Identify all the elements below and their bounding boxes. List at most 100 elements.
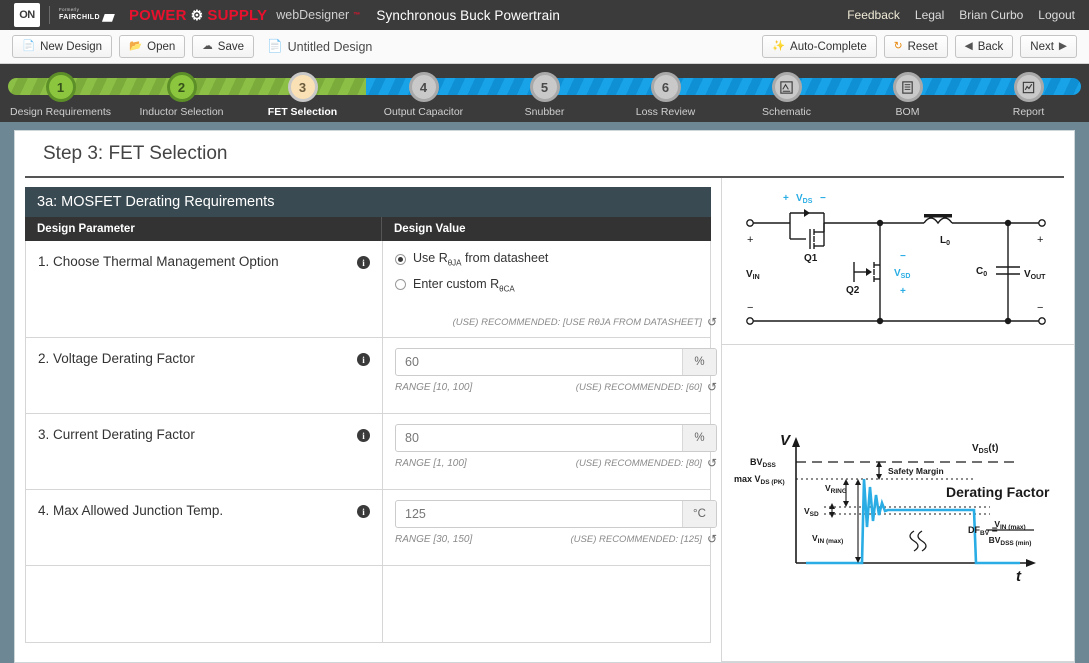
info-icon-current-derating[interactable]: i: [357, 429, 370, 442]
unit-label-celsius: °C: [682, 501, 716, 527]
schematic-label-vds: VDS: [796, 193, 813, 205]
range-hint-current-derating: RANGE [1, 100]: [395, 457, 467, 469]
folder-open-icon: 📂: [129, 40, 143, 53]
table-row-partial: [26, 566, 710, 642]
step-list: 1 Design Requirements 2 Inductor Selecti…: [0, 64, 1089, 122]
param-label-max-junction-temp: 4. Max Allowed Junction Temp.: [38, 503, 224, 518]
magic-wand-icon: ✨: [771, 40, 786, 53]
refresh-icon: ↻: [893, 40, 903, 53]
schematic-sign-vin-plus: +: [747, 234, 753, 246]
param-label-cell-4: 4. Max Allowed Junction Temp. i: [26, 490, 382, 565]
file-name-label: Untitled Design: [287, 39, 373, 54]
step-item-loss-review[interactable]: 6 Loss Review: [605, 64, 726, 122]
range-hint-max-junction-temp: RANGE [30, 150]: [395, 533, 473, 545]
fairchild-slash-icon: [101, 13, 115, 22]
next-label: Next: [1030, 40, 1054, 53]
param-value-cell-1: Use RθJA from datasheet Enter custom RθC…: [382, 241, 731, 337]
auto-complete-button[interactable]: ✨ Auto-Complete: [761, 35, 877, 58]
current-file-name: 📄 Untitled Design: [267, 39, 372, 54]
file-toolbar: 📄 New Design 📂 Open ☁ Save 📄 Untitled De…: [0, 30, 1089, 64]
new-design-button[interactable]: 📄 New Design: [12, 35, 113, 58]
radio-label-custom-rthetaca: Enter custom RθCA: [413, 276, 515, 294]
step-circle-3: 3: [287, 72, 318, 102]
recommended-row-1: (USE) RECOMMENDED: [USE RθJA FROM DATASH…: [395, 315, 717, 329]
on-semiconductor-logo: ON: [14, 3, 40, 27]
input-group-voltage-derating: %: [395, 348, 717, 376]
meta-row-3: RANGE [1, 100] (USE) RECOMMENDED: [80] ↺: [395, 456, 717, 470]
save-button[interactable]: ☁ Save: [192, 35, 255, 58]
radio-label-use-rthetaja: Use RθJA from datasheet: [413, 251, 549, 268]
param-label-cell-3: 3. Current Derating Factor i: [26, 414, 382, 489]
radio-button-use-rthetaja[interactable]: [395, 253, 406, 265]
voltage-derating-input[interactable]: [396, 349, 682, 375]
top-header-bar: ON Formerly FAIRCHILD POWER ⚙ SUPPLY web…: [0, 0, 1089, 30]
schematic-sign-vds-plus: +: [783, 193, 789, 204]
reset-button[interactable]: ↻ Reset: [883, 35, 948, 58]
meta-row-2: RANGE [10, 100] (USE) RECOMMENDED: [60] …: [395, 380, 717, 394]
step-item-inductor-selection[interactable]: 2 Inductor Selection: [121, 64, 242, 122]
step-item-output-capacitor[interactable]: 4 Output Capacitor: [363, 64, 484, 122]
schematic-label-q2: Q2: [846, 285, 860, 296]
schematic-label-c0: C0: [976, 266, 987, 278]
buck-converter-schematic-svg: Q1 Q2 L0 C0 VIN VOUT + − + − + VDS − − V…: [746, 193, 1046, 325]
step-item-schematic[interactable]: Schematic: [726, 64, 847, 122]
step-circle-1: 1: [45, 72, 76, 102]
step-item-report[interactable]: Report: [968, 64, 1089, 122]
unit-label-percent-current: %: [682, 425, 716, 451]
step-circle-schematic: [771, 72, 802, 102]
step-item-design-requirements[interactable]: 1 Design Requirements: [0, 64, 121, 122]
page-title: Step 3: FET Selection: [25, 131, 1064, 178]
param-label-voltage-derating: 2. Voltage Derating Factor: [38, 351, 195, 366]
radio-button-custom-rthetaca[interactable]: [395, 279, 406, 291]
waveform-eq-denominator: BVDSS (min): [989, 535, 1032, 547]
reset-label: Reset: [907, 40, 938, 53]
new-design-label: New Design: [40, 40, 103, 53]
step-label-loss-review: Loss Review: [635, 106, 696, 118]
step-item-bom[interactable]: BOM: [847, 64, 968, 122]
max-junction-temp-input[interactable]: [396, 501, 682, 527]
info-icon-thermal-management[interactable]: i: [357, 256, 370, 269]
cloud-save-icon: ☁: [202, 40, 213, 53]
derating-waveform-figure: V t VDS(t) BVDSS max VDS (PK) Safety Mar…: [722, 345, 1074, 662]
arrow-right-circle-icon: ▶: [1058, 40, 1067, 53]
arrow-left-circle-icon: ◀: [964, 40, 973, 53]
file-icon: 📄: [267, 39, 283, 53]
waveform-eq-numerator: VIN (max): [994, 519, 1025, 531]
reset-to-recommended-icon-3[interactable]: ↺: [707, 456, 717, 470]
info-icon-max-junction-temp[interactable]: i: [357, 505, 370, 518]
step-item-fet-selection[interactable]: 3 FET Selection: [242, 64, 363, 122]
schematic-icon: [780, 80, 793, 94]
logout-link[interactable]: Logout: [1038, 8, 1075, 22]
open-label: Open: [147, 40, 176, 53]
feedback-link[interactable]: Feedback: [847, 8, 900, 22]
radio-option-custom-rthetaca[interactable]: Enter custom RθCA: [395, 276, 717, 294]
reset-to-recommended-icon-1[interactable]: ↺: [707, 315, 717, 329]
schematic-sign-vin-minus: −: [747, 302, 753, 314]
back-button[interactable]: ◀ Back: [954, 35, 1014, 58]
step-circle-4: 4: [408, 72, 439, 102]
section-header-3a: 3a: MOSFET Derating Requirements: [25, 187, 711, 217]
schematic-label-vsd: VSD: [894, 268, 910, 280]
gear-icon: ⚙: [190, 7, 204, 23]
reset-to-recommended-icon-4[interactable]: ↺: [707, 532, 717, 546]
info-icon-voltage-derating[interactable]: i: [357, 353, 370, 366]
document-icon: 📄: [22, 40, 36, 53]
table-header-row: Design Parameter Design Value: [25, 217, 711, 241]
step-label-design-requirements: Design Requirements: [10, 106, 111, 118]
radio-option-use-rthetaja[interactable]: Use RθJA from datasheet: [395, 251, 717, 268]
table-row: 1. Choose Thermal Management Option i Us…: [26, 241, 717, 338]
parameters-table-body: 1. Choose Thermal Management Option i Us…: [25, 241, 717, 643]
range-hint-voltage-derating: RANGE [10, 100]: [395, 381, 473, 393]
navigation-toolbar: ✨ Auto-Complete ↻ Reset ◀ Back Next ▶: [761, 35, 1077, 58]
param-label-cell-1: 1. Choose Thermal Management Option i: [26, 241, 382, 337]
auto-complete-label: Auto-Complete: [790, 40, 867, 53]
logo-divider: [49, 6, 50, 24]
step-item-snubber[interactable]: 5 Snubber: [484, 64, 605, 122]
top-nav-links: Feedback Legal Brian Curbo Logout: [847, 8, 1075, 22]
legal-link[interactable]: Legal: [915, 8, 944, 22]
user-account-link[interactable]: Brian Curbo: [959, 8, 1023, 22]
next-button[interactable]: Next ▶: [1020, 35, 1077, 58]
reset-to-recommended-icon-2[interactable]: ↺: [707, 380, 717, 394]
open-button[interactable]: 📂 Open: [119, 35, 186, 58]
current-derating-input[interactable]: [396, 425, 682, 451]
